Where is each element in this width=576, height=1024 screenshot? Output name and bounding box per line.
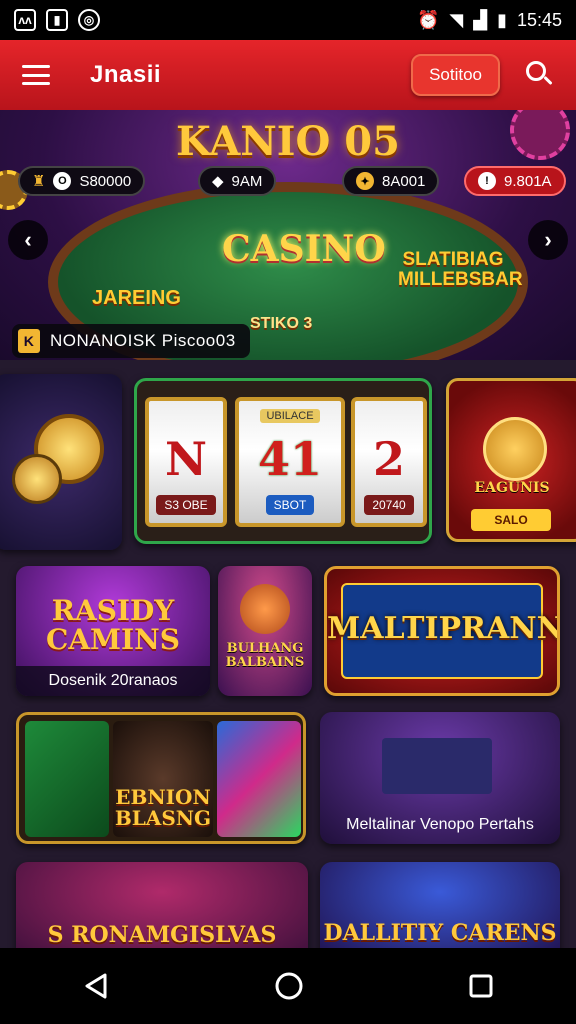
- navigation-bar: [0, 948, 576, 1024]
- recents-icon[interactable]: [467, 972, 495, 1000]
- game-grid: N S3 OBE UBILACE 41 SBOT 2 20740 EAGUNIS…: [0, 360, 576, 948]
- status-bar: ʌʌ ▮ ◎ ⏰ ◥ ▟ ▮ 15:45: [0, 0, 576, 40]
- tile-caption: Meltalinar Venopo Pertahs: [346, 816, 534, 833]
- hero-banner[interactable]: KANIO 05 ♜ O S80000 ◆ 9AM ✦ 8A001 ! 9.80…: [0, 110, 576, 360]
- tile-title: S RONAMGISLVAS: [47, 922, 277, 948]
- clock: 15:45: [516, 9, 562, 30]
- game-tile-slot[interactable]: N S3 OBE UBILACE 41 SBOT 2 20740: [134, 378, 432, 544]
- game-tile-bulhang[interactable]: BULHANG BALBAINS: [218, 566, 312, 696]
- tile-title: EAGUNIS: [474, 480, 550, 496]
- pill-value: S80000: [79, 172, 132, 190]
- reel-top: [184, 409, 187, 423]
- carousel-next-button[interactable]: ›: [528, 220, 568, 260]
- reel-symbol: 2: [372, 432, 405, 486]
- chip-icon: O: [53, 172, 72, 190]
- tile-caption: Dosenik 20ranaos: [16, 666, 210, 696]
- game-tile-ebnion[interactable]: EBNION BLASNG: [16, 712, 306, 844]
- table-label: STIKO 3: [250, 315, 313, 332]
- pill-value: 9AM: [231, 172, 263, 190]
- mascot-image: [240, 584, 290, 634]
- hero-title: KANIO 05: [176, 118, 400, 165]
- reel-symbol: N: [164, 432, 208, 486]
- sync-icon: ◎: [78, 9, 100, 31]
- diamond-icon: ◆: [212, 173, 224, 190]
- time-pill[interactable]: ◆ 9AM: [198, 166, 277, 196]
- chevron-right-icon: ›: [544, 227, 552, 252]
- search-icon[interactable]: [526, 61, 554, 89]
- reel-top: UBILACE: [260, 409, 320, 423]
- notification-icon: ʌʌ: [14, 9, 36, 31]
- home-icon[interactable]: [273, 970, 305, 1002]
- pill-value: 9.801A: [504, 172, 552, 190]
- game-tile-ronamg[interactable]: S RONAMGISLVAS: [16, 862, 308, 948]
- balance-pill[interactable]: ♜ O S80000: [18, 166, 146, 196]
- coin-icon: ♜: [32, 173, 46, 190]
- tile-title: MALTIPRANN: [327, 611, 560, 646]
- tile-title: DALLITIY CARENS: [323, 920, 557, 946]
- chevron-left-icon: ‹: [24, 227, 32, 252]
- game-tile-prize[interactable]: EAGUNIS SALO: [446, 378, 576, 542]
- screen-image: [382, 738, 492, 794]
- bonus-pill[interactable]: ✦ 8A001: [342, 166, 440, 196]
- game-tile-meltalin[interactable]: Meltalinar Venopo Pertahs: [320, 712, 560, 844]
- card-image: [25, 721, 109, 837]
- carousel-prev-button[interactable]: ‹: [8, 220, 48, 260]
- left-logo: JAREING: [92, 287, 181, 309]
- pill-value: 8A001: [382, 172, 426, 190]
- slot-reel: UBILACE 41 SBOT: [235, 397, 345, 527]
- wifi-icon: ◥: [449, 9, 464, 30]
- battery-icon: ▮: [497, 9, 507, 30]
- signal-icon: ▟: [473, 9, 488, 30]
- app-title: Jnasii: [90, 61, 162, 88]
- reel-label: 20740: [364, 495, 414, 515]
- play-button[interactable]: SALO: [471, 509, 551, 531]
- tile-title: RASIDY CAMINS: [46, 594, 180, 657]
- reel-label: SBOT: [265, 495, 315, 515]
- level-pill[interactable]: ! 9.801A: [464, 166, 566, 196]
- game-tile-coins[interactable]: [0, 374, 122, 550]
- game-tile-rasidy[interactable]: RASIDY CAMINS Dosenik 20ranaos: [16, 566, 210, 696]
- hero-badge: K NONANOISK Piscoo03: [12, 324, 250, 358]
- mascot-image: [483, 417, 547, 481]
- coin-icon: ✦: [356, 172, 374, 190]
- primary-button[interactable]: Sotitoo: [411, 54, 500, 96]
- badge-icon: K: [18, 329, 40, 353]
- tile-title: BULHANG BALBAINS: [225, 641, 305, 670]
- badge-text: NONANOISK Piscoo03: [50, 331, 236, 350]
- tile-title: EBNION BLASNG: [114, 785, 212, 830]
- casino-logo: CASINO: [222, 228, 386, 270]
- reel-symbol: 41: [257, 432, 322, 486]
- game-tile-dallity[interactable]: DALLITIY CARENS: [320, 862, 560, 948]
- back-icon[interactable]: [81, 971, 111, 1001]
- app-bar: Jnasii Sotitoo: [0, 40, 576, 110]
- sim-icon: ▮: [46, 9, 68, 31]
- info-icon: !: [478, 172, 496, 190]
- reel-label: S3 OBE: [156, 495, 216, 515]
- coin-image: [12, 454, 62, 504]
- card-image: [217, 721, 301, 837]
- slot-reel: N S3 OBE: [145, 397, 227, 527]
- alarm-icon: ⏰: [416, 9, 440, 30]
- menu-icon[interactable]: [22, 65, 50, 85]
- reel-top: [387, 409, 390, 423]
- game-tile-maltip[interactable]: MALTIPRANN: [324, 566, 560, 696]
- right-logo: SLATIBIAG MILLEBSBAR: [398, 249, 523, 290]
- slot-reel: 2 20740: [351, 397, 427, 527]
